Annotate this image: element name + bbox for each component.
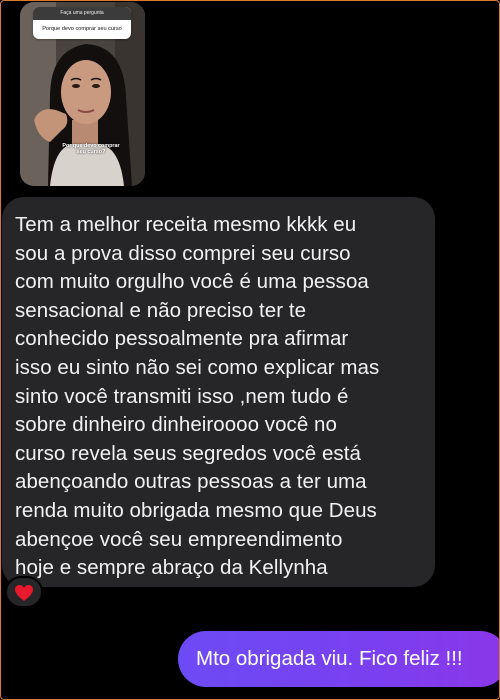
- received-message-text: Tem a melhor receita mesmo kkkk eu sou a…: [15, 213, 380, 580]
- question-sticker: Faça uma pergunta Porque devo comprar se…: [33, 7, 131, 39]
- question-header: Faça uma pergunta: [33, 7, 131, 20]
- received-message-bubble[interactable]: Tem a melhor receita mesmo kkkk eu sou a…: [2, 197, 435, 587]
- chat-screen: Faça uma pergunta Porque devo comprar se…: [0, 0, 500, 700]
- sent-message-bubble[interactable]: Mto obrigada viu. Fico feliz !!!: [178, 631, 499, 687]
- red-heart-icon: [15, 585, 33, 601]
- message-reaction[interactable]: [5, 576, 43, 608]
- question-text: Porque devo comprar seu curso: [42, 26, 122, 32]
- story-reply-thumbnail[interactable]: Faça uma pergunta Porque devo comprar se…: [20, 2, 145, 186]
- sent-message-text: Mto obrigada viu. Fico feliz !!!: [196, 647, 463, 670]
- story-caption: Por que devo comprar seu curso?: [62, 143, 120, 155]
